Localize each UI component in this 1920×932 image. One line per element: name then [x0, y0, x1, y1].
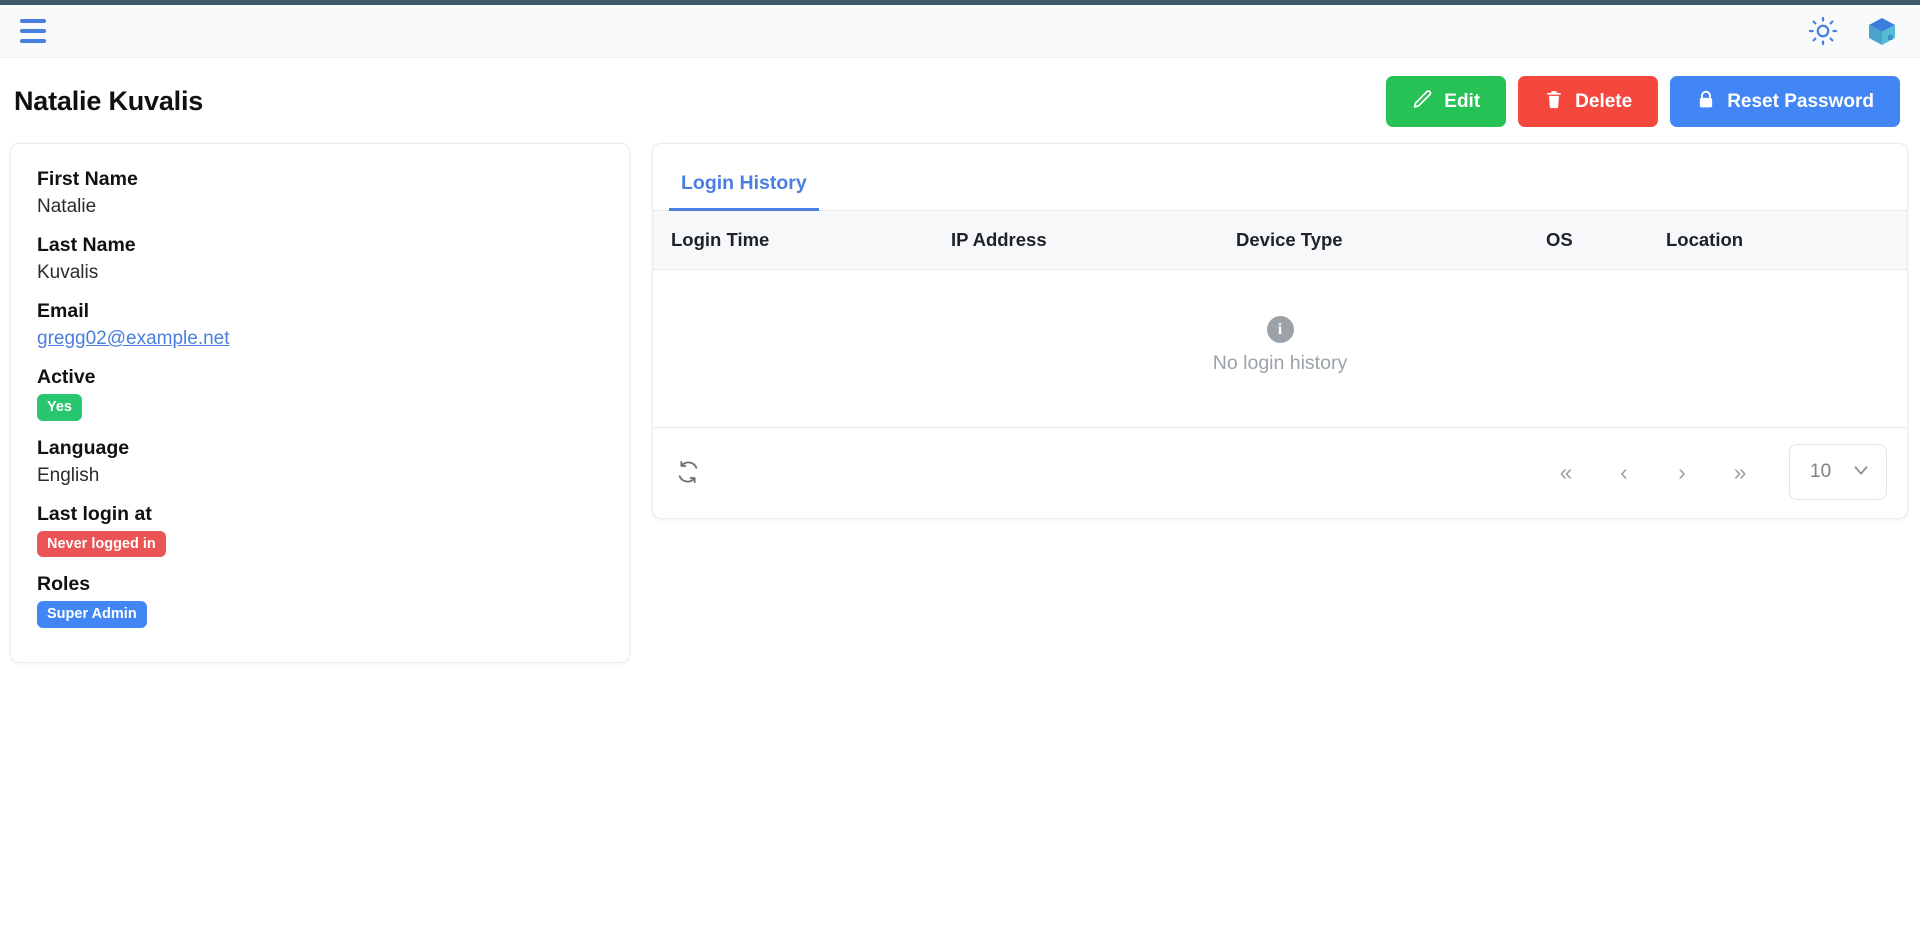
- last-login-label: Last login at: [37, 503, 603, 526]
- tab-bar: Login History: [653, 144, 1907, 211]
- field-language: Language English: [37, 437, 603, 487]
- email-link[interactable]: gregg02@example.net: [37, 328, 603, 350]
- hamburger-menu-icon[interactable]: [16, 16, 50, 46]
- field-active: Active Yes: [37, 366, 603, 421]
- role-badge: Super Admin: [37, 601, 147, 628]
- previous-page-button[interactable]: ‹: [1595, 452, 1653, 492]
- field-last-login: Last login at Never logged in: [37, 503, 603, 558]
- field-first-name: First Name Natalie: [37, 168, 603, 218]
- field-email: Email gregg02@example.net: [37, 300, 603, 350]
- column-header-location: Location: [1648, 211, 1907, 270]
- active-status-badge: Yes: [37, 394, 82, 421]
- page-header: Natalie Kuvalis Edit Delete: [0, 58, 1920, 143]
- table-header-row: Login Time IP Address Device Type OS Loc…: [653, 211, 1907, 270]
- login-history-card: Login History Login Time IP Address Devi…: [652, 143, 1908, 519]
- reset-password-button-label: Reset Password: [1727, 92, 1874, 111]
- email-label: Email: [37, 300, 603, 323]
- delete-button[interactable]: Delete: [1518, 76, 1658, 127]
- table-body: i No login history: [653, 270, 1907, 428]
- last-name-value: Kuvalis: [37, 262, 603, 284]
- page-title: Natalie Kuvalis: [14, 86, 203, 117]
- navbar-right-group: B: [1808, 15, 1898, 47]
- chevron-down-icon: [1850, 459, 1872, 486]
- roles-label: Roles: [37, 573, 603, 596]
- login-history-table: Login Time IP Address Device Type OS Loc…: [653, 211, 1907, 428]
- language-value: English: [37, 465, 603, 487]
- per-page-value: 10: [1810, 461, 1831, 483]
- last-login-badge: Never logged in: [37, 531, 166, 558]
- last-page-button[interactable]: »: [1711, 452, 1769, 492]
- pagination-bar: « ‹ › » 10: [653, 428, 1907, 518]
- language-label: Language: [37, 437, 603, 460]
- empty-state: i No login history: [653, 316, 1907, 375]
- trash-icon: [1544, 89, 1564, 114]
- first-name-value: Natalie: [37, 196, 603, 218]
- delete-button-label: Delete: [1575, 92, 1632, 111]
- hamburger-bar: [20, 29, 46, 33]
- lock-icon: [1696, 89, 1716, 114]
- column-header-login-time: Login Time: [653, 211, 933, 270]
- empty-state-cell: i No login history: [653, 270, 1907, 428]
- top-navbar: B: [0, 5, 1920, 58]
- hamburger-bar: [20, 19, 46, 23]
- hamburger-bar: [20, 39, 46, 43]
- next-page-button[interactable]: ›: [1653, 452, 1711, 492]
- field-roles: Roles Super Admin: [37, 573, 603, 628]
- edit-button[interactable]: Edit: [1386, 76, 1506, 127]
- pagination-controls: « ‹ › » 10: [1537, 444, 1887, 500]
- empty-state-row: i No login history: [653, 270, 1907, 428]
- reset-password-button[interactable]: Reset Password: [1670, 76, 1900, 127]
- svg-text:B: B: [1888, 35, 1893, 42]
- column-header-os: OS: [1528, 211, 1648, 270]
- first-page-button[interactable]: «: [1537, 452, 1595, 492]
- edit-button-label: Edit: [1444, 92, 1480, 111]
- sun-icon[interactable]: [1808, 16, 1838, 46]
- last-name-label: Last Name: [37, 234, 603, 257]
- refresh-icon[interactable]: [673, 457, 703, 487]
- action-button-group: Edit Delete Reset Password: [1386, 76, 1900, 127]
- column-header-device-type: Device Type: [1218, 211, 1528, 270]
- empty-state-text: No login history: [1213, 352, 1347, 375]
- first-name-label: First Name: [37, 168, 603, 191]
- user-detail-card: First Name Natalie Last Name Kuvalis Ema…: [10, 143, 630, 663]
- cube-logo-icon[interactable]: B: [1866, 15, 1898, 47]
- info-circle-icon: i: [1267, 316, 1294, 343]
- main-content: First Name Natalie Last Name Kuvalis Ema…: [0, 143, 1920, 663]
- field-last-name: Last Name Kuvalis: [37, 234, 603, 284]
- pencil-icon: [1412, 89, 1433, 114]
- per-page-select[interactable]: 10: [1789, 444, 1887, 500]
- active-label: Active: [37, 366, 603, 389]
- table-head: Login Time IP Address Device Type OS Loc…: [653, 211, 1907, 270]
- column-header-ip-address: IP Address: [933, 211, 1218, 270]
- tab-login-history[interactable]: Login History: [669, 166, 819, 211]
